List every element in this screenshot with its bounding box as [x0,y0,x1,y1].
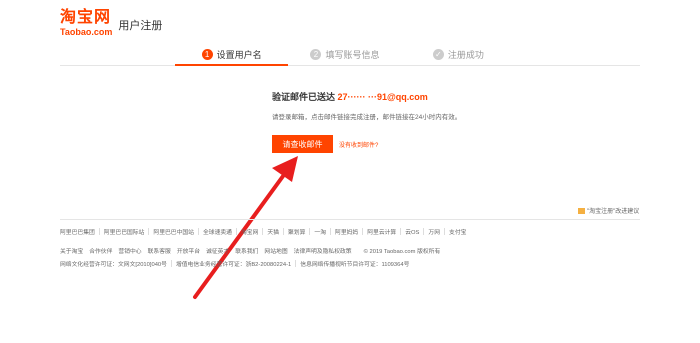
footer-link[interactable]: 合作伙伴 [89,246,112,255]
copyright: © 2019 Taobao.com 版权所有 [363,249,441,255]
license-text: 增值电信业务经营许可证：浙B2-20080224-1 [175,262,292,268]
footer-link[interactable]: 支付宝 [449,227,466,236]
footer-link[interactable]: 一淘 [314,227,326,236]
footer-links-site: 关于淘宝 合作伙伴 营销中心 联系客服 开放平台 诚征英才 联系我们 网站地图 … [60,246,440,255]
footer-link[interactable]: 聚划算 [288,227,305,236]
footer-licenses: 网络文化经营许可证：文网文[2010]040号 增值电信业务经营许可证：浙B2-… [60,259,409,268]
footer-link[interactable]: 云OS [405,227,419,236]
footer-link[interactable]: 阿里巴巴中国站 [153,227,194,236]
footer-link[interactable]: 阿里巴巴国际站 [104,227,145,236]
footer-link[interactable]: 天猫 [267,227,279,236]
footer-link[interactable]: 阿里妈妈 [335,227,358,236]
footer-link[interactable]: 关于淘宝 [60,246,83,255]
footer-link[interactable]: 网站地图 [264,246,287,255]
footer-link[interactable]: 联系我们 [235,246,258,255]
footer-link[interactable]: 阿里云计算 [367,227,396,236]
footer-link[interactable]: 淘宝网 [241,227,258,236]
feedback-icon [578,207,585,214]
footer-link[interactable]: 万网 [428,227,440,236]
annotation-arrow-icon [193,156,298,299]
footer-links-group: 阿里巴巴集团 阿里巴巴国际站 阿里巴巴中国站 全球速卖通 淘宝网 天猫 聚划算 … [60,227,466,236]
footer-divider [60,219,640,220]
feedback-link[interactable]: "淘宝注册"改进建议 [578,206,639,215]
feedback-link-label: "淘宝注册"改进建议 [587,209,640,215]
footer-link[interactable]: 诚征英才 [206,246,229,255]
footer-link[interactable]: 法律声明及隐私权政策 [294,246,352,255]
footer-link[interactable]: 阿里巴巴集团 [60,227,95,236]
footer-link[interactable]: 全球速卖通 [203,227,232,236]
footer-link[interactable]: 联系客服 [148,246,171,255]
license-text: 信息网络传播视听节目许可证：1109364号 [300,262,410,268]
license-text: 网络文化经营许可证：文网文[2010]040号 [60,262,167,268]
footer-link[interactable]: 开放平台 [177,246,200,255]
footer-link[interactable]: 营销中心 [118,246,141,255]
